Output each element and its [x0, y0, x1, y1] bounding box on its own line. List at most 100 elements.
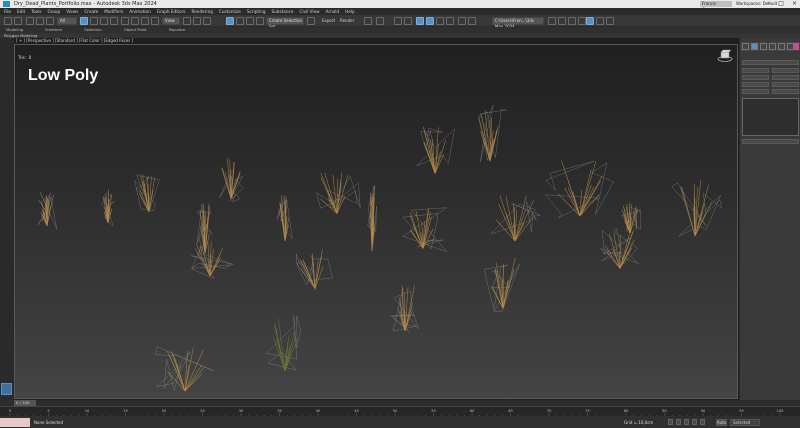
- viewport-layout-icon[interactable]: [1, 383, 12, 395]
- curve-editor-icon[interactable]: [394, 17, 402, 25]
- menu-civil-view[interactable]: Civil View: [299, 8, 319, 15]
- auto-key-button[interactable]: Auto: [716, 419, 727, 426]
- menu-modifiers[interactable]: Modifiers: [104, 8, 123, 15]
- perspective-viewport[interactable]: Tris: 0 Low Poly: [14, 44, 738, 399]
- menu-edit[interactable]: Edit: [17, 8, 25, 15]
- menu-bar: File Edit Tools Group Views Create Modif…: [0, 8, 800, 15]
- bind-space-warp-icon[interactable]: [46, 17, 54, 25]
- select-by-name-icon[interactable]: [90, 17, 98, 25]
- panel-button-7[interactable]: [742, 89, 769, 94]
- menu-arnold[interactable]: Arnold: [326, 8, 340, 15]
- menu-substance[interactable]: Substance: [272, 8, 294, 15]
- render-production-icon[interactable]: [446, 17, 454, 25]
- percent-snap-icon[interactable]: [246, 17, 254, 25]
- panel-button-6[interactable]: [772, 82, 799, 87]
- menu-views[interactable]: Views: [66, 8, 78, 15]
- stack-controls[interactable]: [742, 139, 799, 144]
- render-setup-icon[interactable]: [426, 17, 434, 25]
- settings-icon[interactable]: [606, 17, 614, 25]
- open-file-icon[interactable]: [548, 17, 556, 25]
- link-icon[interactable]: [26, 17, 34, 25]
- move-icon[interactable]: [121, 17, 129, 25]
- reference-coordinate-dropdown[interactable]: View: [162, 17, 180, 25]
- panel-button-1[interactable]: [742, 68, 769, 73]
- placement-icon[interactable]: [151, 17, 159, 25]
- menu-help[interactable]: Help: [345, 8, 355, 15]
- workspace-icon[interactable]: [586, 17, 594, 25]
- maxscript-listener[interactable]: [0, 418, 30, 427]
- angle-snap-icon[interactable]: [236, 17, 244, 25]
- undo-icon[interactable]: [4, 17, 12, 25]
- motion-tab-icon[interactable]: [769, 43, 776, 50]
- prev-frame-icon[interactable]: [676, 419, 681, 425]
- play-icon[interactable]: [684, 419, 689, 425]
- layer-explorer-icon[interactable]: [364, 17, 372, 25]
- hierarchy-tab-icon[interactable]: [760, 43, 767, 50]
- go-to-end-icon[interactable]: [700, 419, 705, 425]
- rotate-icon[interactable]: [131, 17, 139, 25]
- select-object-icon[interactable]: [80, 17, 88, 25]
- utilities-tab-icon[interactable]: [787, 43, 794, 50]
- render-cloud-icon[interactable]: [468, 17, 476, 25]
- close-icon[interactable]: ×: [792, 0, 797, 7]
- schematic-view-icon[interactable]: [404, 17, 412, 25]
- snaps-toggle-icon[interactable]: [226, 17, 234, 25]
- window-crossing-icon[interactable]: [110, 17, 118, 25]
- redo-icon[interactable]: [14, 17, 22, 25]
- menu-group[interactable]: Group: [47, 8, 60, 15]
- spinner-snap-icon[interactable]: [256, 17, 264, 25]
- material-editor-icon[interactable]: [416, 17, 424, 25]
- selection-filter-dropdown[interactable]: All: [57, 17, 77, 25]
- toggle-ribbon-icon[interactable]: [376, 17, 384, 25]
- go-to-start-icon[interactable]: [668, 419, 673, 425]
- modify-tab-icon[interactable]: [751, 43, 758, 50]
- mirror-icon[interactable]: [307, 17, 315, 25]
- menu-graph-editors[interactable]: Graph Editors: [157, 8, 186, 15]
- create-tab-icon[interactable]: [742, 43, 749, 50]
- modifier-stack[interactable]: [742, 98, 799, 136]
- render-button[interactable]: Render: [340, 17, 354, 25]
- project-folder-icon[interactable]: [578, 17, 586, 25]
- menu-scripting[interactable]: Scripting: [247, 8, 266, 15]
- unlink-icon[interactable]: [36, 17, 44, 25]
- minimize-icon[interactable]: –: [767, 0, 770, 7]
- next-frame-icon[interactable]: [692, 419, 697, 425]
- timeline-tick-label: 0: [9, 409, 12, 413]
- scene-explorer-icon[interactable]: [596, 17, 604, 25]
- account-button[interactable]: Francis Coum...: [700, 1, 732, 12]
- menu-customize[interactable]: Customize: [219, 8, 241, 15]
- command-panel-tabs: [740, 42, 800, 51]
- maximize-icon[interactable]: □: [778, 0, 784, 7]
- modifier-list-dropdown[interactable]: [742, 60, 799, 65]
- menu-create[interactable]: Create: [84, 8, 98, 15]
- timeline-tick-label: 40: [316, 409, 321, 413]
- track-bar[interactable]: 0 5 10 15 20 25 30 35 40 45 50 55 60 65 70 75 80 85 90 95 10…: [0, 406, 800, 417]
- display-tab-icon[interactable]: [778, 43, 785, 50]
- panel-button-5[interactable]: [742, 82, 769, 87]
- keyboard-shortcut-icon[interactable]: [203, 17, 211, 25]
- panel-button-4[interactable]: [772, 75, 799, 80]
- panel-button-2[interactable]: [772, 68, 799, 73]
- menu-tools[interactable]: Tools: [31, 8, 41, 15]
- timeline-tick-label: 5: [47, 409, 49, 413]
- panel-button-3[interactable]: [742, 75, 769, 80]
- save-file-icon[interactable]: [558, 17, 566, 25]
- rendered-frame-window-icon[interactable]: [436, 17, 444, 25]
- menu-animation[interactable]: Animation: [129, 8, 150, 15]
- export-button[interactable]: Export: [322, 17, 335, 25]
- color-swatch-icon[interactable]: [794, 43, 799, 50]
- key-filter-dropdown[interactable]: Selected: [730, 419, 760, 426]
- render-iterative-icon[interactable]: [458, 17, 466, 25]
- rectangle-selection-icon[interactable]: [100, 17, 108, 25]
- pivot-center-icon[interactable]: [183, 17, 191, 25]
- plant-cluster: [190, 241, 234, 280]
- menu-file[interactable]: File: [4, 8, 11, 15]
- scale-icon[interactable]: [141, 17, 149, 25]
- menu-rendering[interactable]: Rendering: [192, 8, 213, 15]
- panel-button-8[interactable]: [772, 89, 799, 94]
- project-folder-dropdown[interactable]: C:\Users\Fran...\3ds Max 2024: [492, 17, 544, 29]
- folder-icon[interactable]: [568, 17, 576, 25]
- select-manipulate-icon[interactable]: [193, 17, 201, 25]
- plant-cluster: [483, 257, 520, 313]
- named-selection-set-dropdown[interactable]: Create Selection Set: [266, 17, 304, 29]
